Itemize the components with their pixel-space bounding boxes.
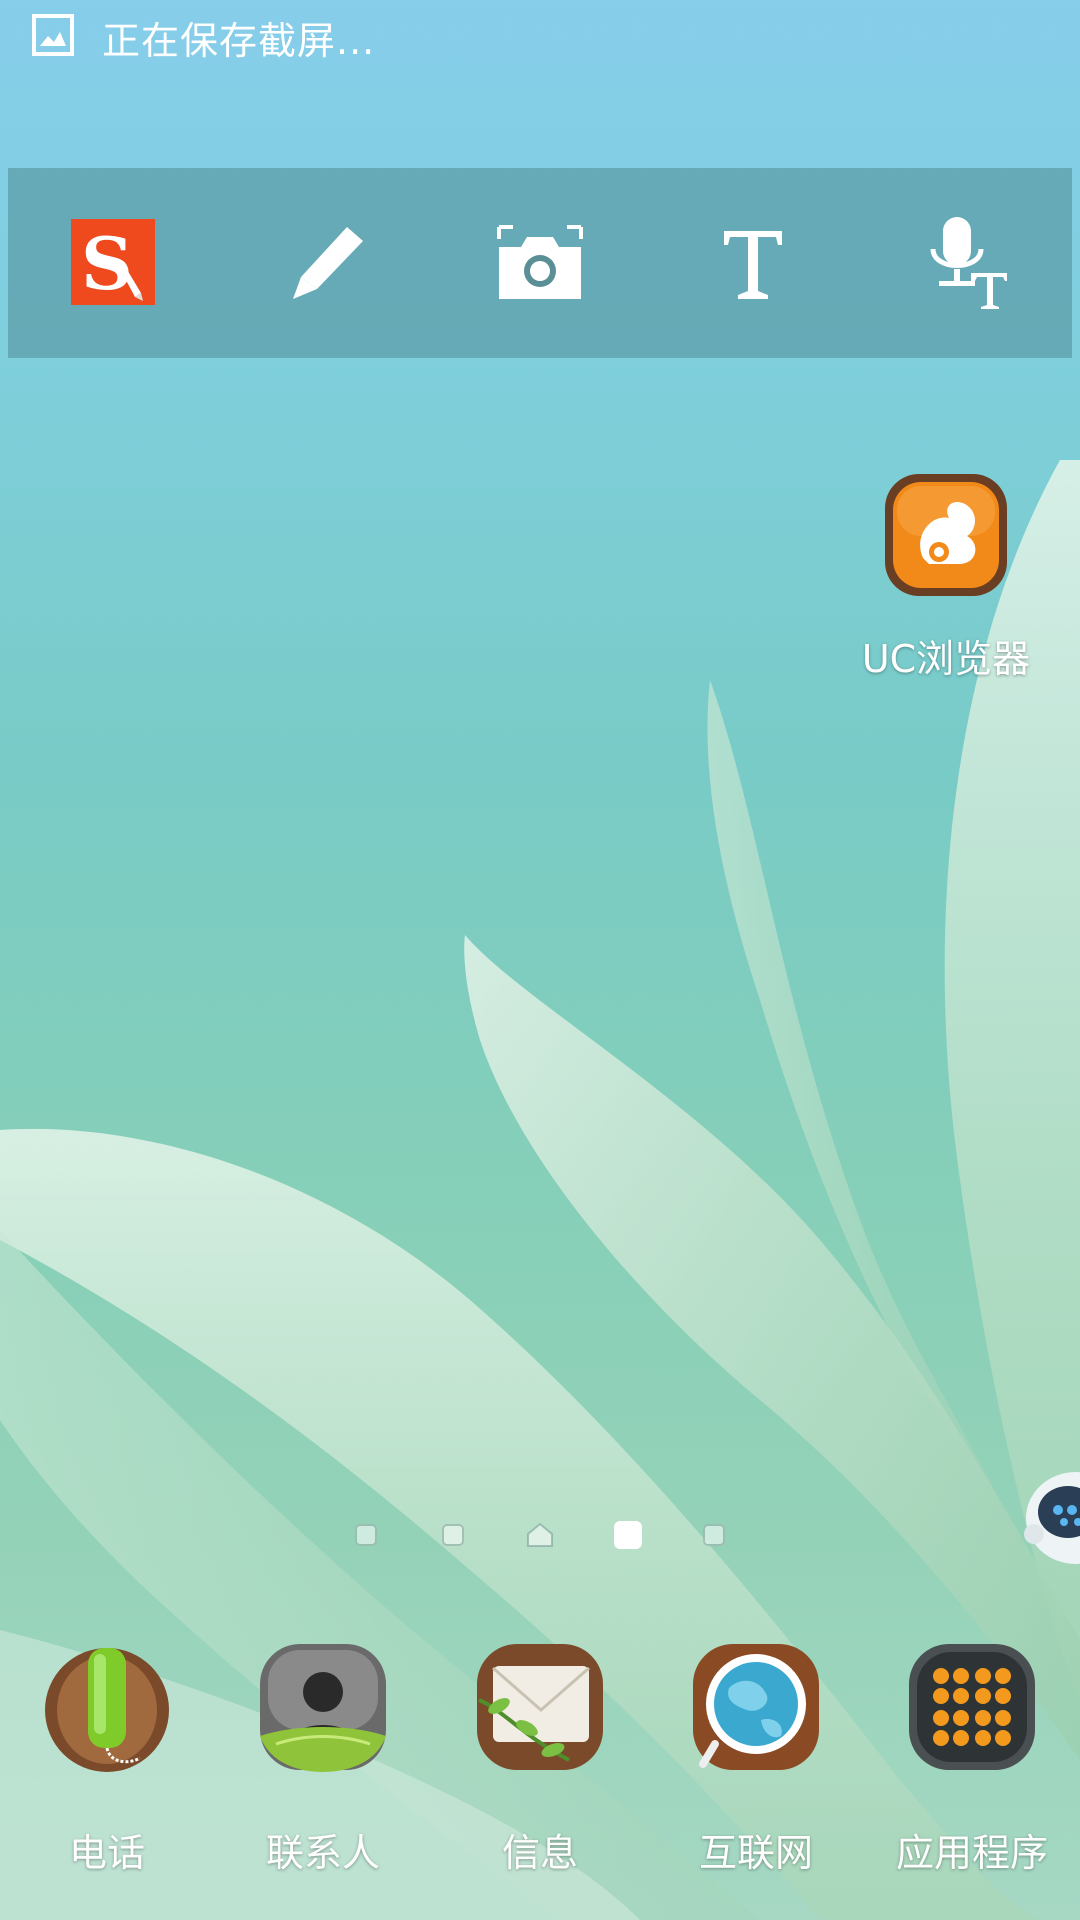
pen-tool-button[interactable] <box>272 208 382 318</box>
screen-capture-icon <box>496 225 583 299</box>
apps-icon <box>909 1644 1035 1770</box>
internet-icon <box>693 1644 819 1770</box>
image-icon <box>32 14 74 56</box>
page-dot-1[interactable] <box>355 1524 377 1546</box>
page-dot-2[interactable] <box>442 1524 464 1546</box>
dock-label-messages: 信息 <box>501 1831 578 1875</box>
messages-icon <box>477 1644 603 1770</box>
text-icon <box>723 231 782 299</box>
screen-capture-button[interactable] <box>485 208 595 318</box>
robot-widget-icon[interactable] <box>1020 1462 1080 1572</box>
dock: 电话 联系人 信息 互联网 应用程序 <box>0 1640 1080 1880</box>
s-note-icon: S <box>71 219 156 306</box>
svg-text:S: S <box>81 221 133 306</box>
s-pen-toolbar: S <box>8 168 1072 358</box>
dock-item-phone[interactable]: 电话 <box>7 1640 207 1877</box>
uc-browser-label: UC浏览器 <box>861 637 1031 681</box>
text-tool-button[interactable] <box>698 208 808 318</box>
dock-label-contacts: 联系人 <box>265 1831 380 1875</box>
dock-item-contacts[interactable]: 联系人 <box>223 1640 423 1877</box>
dock-item-internet[interactable]: 互联网 <box>656 1640 856 1877</box>
uc-browser-app[interactable]: UC浏览器 <box>846 472 1046 683</box>
dock-item-messages[interactable]: 信息 <box>440 1640 640 1877</box>
voice-to-text-button[interactable] <box>911 208 1021 318</box>
s-note-button[interactable]: S <box>59 208 169 318</box>
home-page-icon[interactable] <box>526 1522 554 1548</box>
dock-item-apps[interactable]: 应用程序 <box>872 1640 1072 1877</box>
dock-label-phone: 电话 <box>68 1831 145 1875</box>
page-dot-current[interactable] <box>614 1521 642 1549</box>
dock-label-apps: 应用程序 <box>895 1831 1048 1875</box>
status-bar: 正在保存截屏... <box>0 0 1080 70</box>
voice-to-text-icon <box>930 217 1007 309</box>
contacts-icon <box>260 1644 386 1772</box>
page-dot-5[interactable] <box>703 1524 725 1546</box>
page-indicator <box>340 1518 740 1550</box>
dock-label-internet: 互联网 <box>698 1831 813 1875</box>
phone-icon <box>45 1648 169 1772</box>
pen-icon <box>293 227 364 299</box>
status-text: 正在保存截屏... <box>102 19 376 63</box>
uc-browser-icon <box>885 474 1007 596</box>
